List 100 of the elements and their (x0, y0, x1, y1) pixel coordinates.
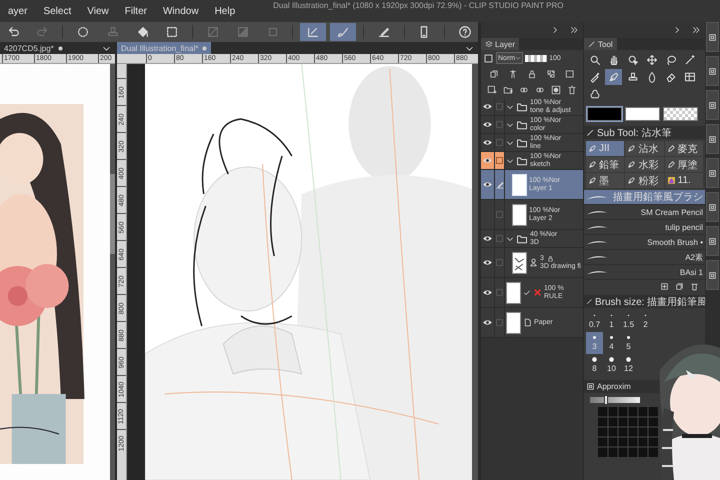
lock-toggle[interactable] (495, 278, 505, 307)
visibility-toggle[interactable] (481, 134, 495, 151)
dot-icon (592, 335, 597, 340)
sub-tool-button[interactable]: 11. (664, 173, 703, 188)
color-swatch[interactable] (625, 107, 660, 121)
brush-size-option[interactable]: 8 (586, 354, 603, 376)
spinner-icon[interactable] (76, 25, 90, 39)
add-icon[interactable] (660, 282, 669, 291)
brush-size-option[interactable]: 10 (603, 354, 620, 376)
new-folder-icon[interactable] (503, 85, 513, 95)
dock-button[interactable] (706, 56, 719, 86)
panel-tab[interactable]: Tool (584, 38, 617, 50)
brush-size-option[interactable]: 0.7 (586, 310, 603, 332)
lock-toggle[interactable] (495, 152, 505, 169)
tower-icon[interactable] (508, 69, 518, 79)
visibility-toggle[interactable] (481, 152, 495, 169)
menu-item[interactable]: Select (35, 6, 80, 16)
checker-icon[interactable] (546, 69, 556, 79)
double-chevron-icon[interactable] (569, 26, 579, 34)
dock-button[interactable] (706, 260, 719, 290)
copy-icon[interactable] (675, 282, 684, 291)
double-chevron-icon[interactable] (691, 26, 701, 34)
visibility-toggle[interactable] (481, 308, 495, 337)
menu-item[interactable]: View (79, 6, 117, 16)
lock-toggle[interactable] (495, 116, 505, 133)
new-layer-icon[interactable] (487, 85, 497, 95)
lock-toggle[interactable] (495, 134, 505, 151)
sub-tool-button[interactable]: 麥克 (664, 141, 703, 156)
square-icon[interactable] (483, 52, 494, 64)
toolbar-button[interactable] (300, 23, 326, 41)
brush-size-option[interactable]: 5 (620, 332, 637, 354)
trash-icon[interactable] (567, 85, 577, 95)
menu-item[interactable]: Help (206, 6, 244, 16)
slider-track[interactable] (590, 397, 640, 403)
visibility-toggle[interactable] (481, 230, 495, 247)
stack-icon (485, 40, 493, 48)
chevron-icon[interactable] (551, 26, 559, 34)
visibility-toggle[interactable] (481, 278, 495, 307)
eye-icon (482, 235, 493, 242)
chevron-icon[interactable] (673, 26, 681, 34)
visibility-toggle[interactable] (481, 116, 495, 133)
brush-size-option[interactable]: 4 (603, 332, 620, 354)
dashed-square-icon[interactable] (165, 25, 180, 39)
visibility-toggle[interactable] (481, 248, 495, 277)
opacity-slider[interactable] (525, 54, 548, 62)
dot-icon (626, 335, 631, 340)
layer-thumbnail (512, 174, 527, 196)
dock-button[interactable] (706, 22, 719, 52)
lock-icon[interactable] (526, 69, 537, 79)
toolbar-button[interactable] (330, 23, 356, 41)
pen-icon (588, 40, 596, 48)
brush-size-option[interactable]: 2 (637, 310, 654, 332)
pen-angle-icon[interactable] (306, 25, 320, 39)
scrollbar[interactable] (472, 64, 478, 480)
dock-button[interactable] (706, 192, 719, 222)
panel-title: Approxim (597, 382, 631, 391)
square-icon[interactable] (565, 69, 576, 79)
mask-icon[interactable] (551, 85, 561, 95)
menu-item[interactable]: Filter (116, 6, 155, 16)
dock-button[interactable] (706, 124, 719, 154)
eye-icon (482, 319, 493, 326)
brush-size-option[interactable]: 12 (620, 354, 637, 376)
sub-tool-button[interactable]: 鉛筆 (586, 157, 624, 172)
creature-icon (666, 176, 676, 185)
brush-size-option[interactable]: 1 (603, 310, 620, 332)
sub-tool-button[interactable]: 厚塗 (664, 157, 703, 172)
lock-toggle[interactable] (495, 248, 505, 277)
panel-icon (708, 270, 717, 280)
color-swatch[interactable] (663, 107, 698, 121)
eye-icon (482, 139, 493, 146)
help-icon[interactable] (458, 25, 472, 39)
sub-tool-button[interactable]: 沾水 (625, 141, 664, 156)
lock-toggle[interactable] (495, 308, 505, 337)
panel-icon (708, 100, 717, 110)
sub-tool-button[interactable]: 粉彩 (625, 173, 664, 188)
lock-toggle[interactable] (495, 230, 505, 247)
scrollbar[interactable] (110, 64, 115, 480)
pen-icon[interactable] (495, 170, 505, 199)
sub-tool-button[interactable]: 水彩 (625, 157, 664, 172)
brush-size-option[interactable]: 1.5 (620, 310, 637, 332)
dock-button[interactable] (706, 226, 719, 256)
visibility-toggle[interactable] (481, 170, 495, 199)
bucket-icon[interactable] (136, 25, 150, 39)
lock-toggle[interactable] (495, 98, 505, 115)
copy-icon[interactable] (488, 69, 499, 79)
lock-toggle[interactable] (495, 200, 505, 229)
trash-icon[interactable] (690, 282, 699, 291)
dock-button[interactable] (706, 90, 719, 120)
sub-tool-button[interactable]: 墨 (586, 173, 624, 188)
lock-icon[interactable] (546, 255, 554, 262)
dock-button[interactable] (706, 158, 719, 188)
panel-tab[interactable]: Layer (481, 38, 520, 50)
layer-thumbnail (506, 312, 521, 334)
brush-curve-icon[interactable] (336, 25, 350, 39)
menu-item[interactable]: ayer (0, 6, 36, 16)
visibility-toggle[interactable] (481, 98, 495, 115)
color-swatch[interactable] (587, 107, 622, 121)
menu-item[interactable]: Window (154, 6, 207, 16)
pen-line-icon[interactable] (376, 25, 391, 39)
slider-thumb[interactable] (604, 395, 608, 405)
